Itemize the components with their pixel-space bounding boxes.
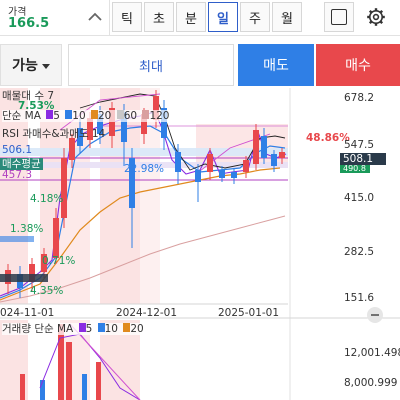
ma5-label: 5 xyxy=(53,110,60,122)
price-box[interactable]: 가격 166.5 xyxy=(0,0,110,36)
ma-indicator-legend[interactable]: 단순 MA 5 10 20 60 120 xyxy=(2,110,170,122)
volume-axis-label: 12,001.498 xyxy=(344,347,400,359)
price-axis-label: 282.5 xyxy=(344,246,375,258)
price-axis-label: 151.6 xyxy=(344,292,375,304)
buy-button[interactable]: 매수 xyxy=(316,44,400,86)
current-price-tag: 508.1 xyxy=(340,153,386,165)
available-label: 가능 xyxy=(12,58,38,74)
vol-ma5-label: 5 xyxy=(85,323,93,335)
ma20-label: 20 xyxy=(98,110,112,122)
volume-legend[interactable]: 거래량 단순 MA 5 10 20 xyxy=(2,323,144,335)
rsi-label: RSI 과매수&과매도 14 xyxy=(2,128,106,140)
tab-minute[interactable]: 분 xyxy=(176,2,206,32)
available-dropdown[interactable]: 가능 xyxy=(0,44,62,86)
tab-month[interactable]: 월 xyxy=(272,2,302,32)
square-outline-icon xyxy=(331,9,347,25)
ma60-swatch xyxy=(116,110,124,119)
annotation-pct-4-18: 4.18% xyxy=(30,193,64,205)
vol-ma10-label: 10 xyxy=(104,323,118,335)
high-price-tag: 506.1 xyxy=(2,144,33,156)
date-axis-label: 2025-01-01 xyxy=(218,307,280,319)
price-value: 166.5 xyxy=(8,16,50,31)
annotation-pct-22-98: 22.98% xyxy=(124,163,165,175)
vol-ma20-label: 20 xyxy=(130,323,144,335)
zoom-reset-icon[interactable] xyxy=(364,304,386,326)
period-tabs: 틱 초 분 일 주 월 xyxy=(112,2,304,32)
ma60-label: 60 xyxy=(123,110,138,122)
ma-label: 단순 MA xyxy=(2,110,41,122)
low-price-tag: 457.3 xyxy=(2,169,33,181)
settings-button[interactable] xyxy=(360,2,392,32)
vol-ma10-swatch xyxy=(97,323,105,332)
chevron-up-icon[interactable] xyxy=(86,8,104,26)
date-axis-label: 2024-12-01 xyxy=(116,307,178,319)
top-bar: 가격 166.5 틱 초 분 일 주 월 xyxy=(0,0,400,36)
ma10-label: 10 xyxy=(72,110,86,122)
tab-day[interactable]: 일 xyxy=(208,2,238,32)
volume-label: 거래량 단순 MA xyxy=(2,323,74,335)
order-row: 가능 최대 매도 매수 xyxy=(0,44,400,88)
date-axis-label: 024-11-01 xyxy=(0,307,55,319)
dropdown-caret-icon xyxy=(41,63,50,69)
price-axis-label: 678.2 xyxy=(344,92,375,104)
ma120-label: 120 xyxy=(149,110,170,122)
max-quantity-button[interactable]: 최대 xyxy=(68,44,234,86)
stock-chart[interactable]: 매물대 수 7 7.53% 단순 MA 5 10 20 60 120 RSI 과… xyxy=(0,88,400,400)
secondary-price-tag: 490.8 xyxy=(340,165,370,173)
annotation-pct-4-35: 4.35% xyxy=(30,285,64,297)
square-toggle-button[interactable] xyxy=(324,2,354,32)
annotation-pct-0-71: 0.71% xyxy=(42,255,76,267)
price-axis-label: 547.5 xyxy=(344,139,375,151)
tab-tick[interactable]: 틱 xyxy=(112,2,142,32)
gear-icon xyxy=(367,8,385,26)
vol-ma5-swatch xyxy=(78,323,86,332)
tab-week[interactable]: 주 xyxy=(240,2,270,32)
tab-second[interactable]: 초 xyxy=(144,2,174,32)
sell-button[interactable]: 매도 xyxy=(238,44,314,86)
ma20-swatch xyxy=(91,110,98,119)
price-axis-label: 415.0 xyxy=(344,192,375,204)
volume-axis-label: 8,000.999 xyxy=(344,377,398,389)
annotation-pct-1-38: 1.38% xyxy=(10,223,44,235)
